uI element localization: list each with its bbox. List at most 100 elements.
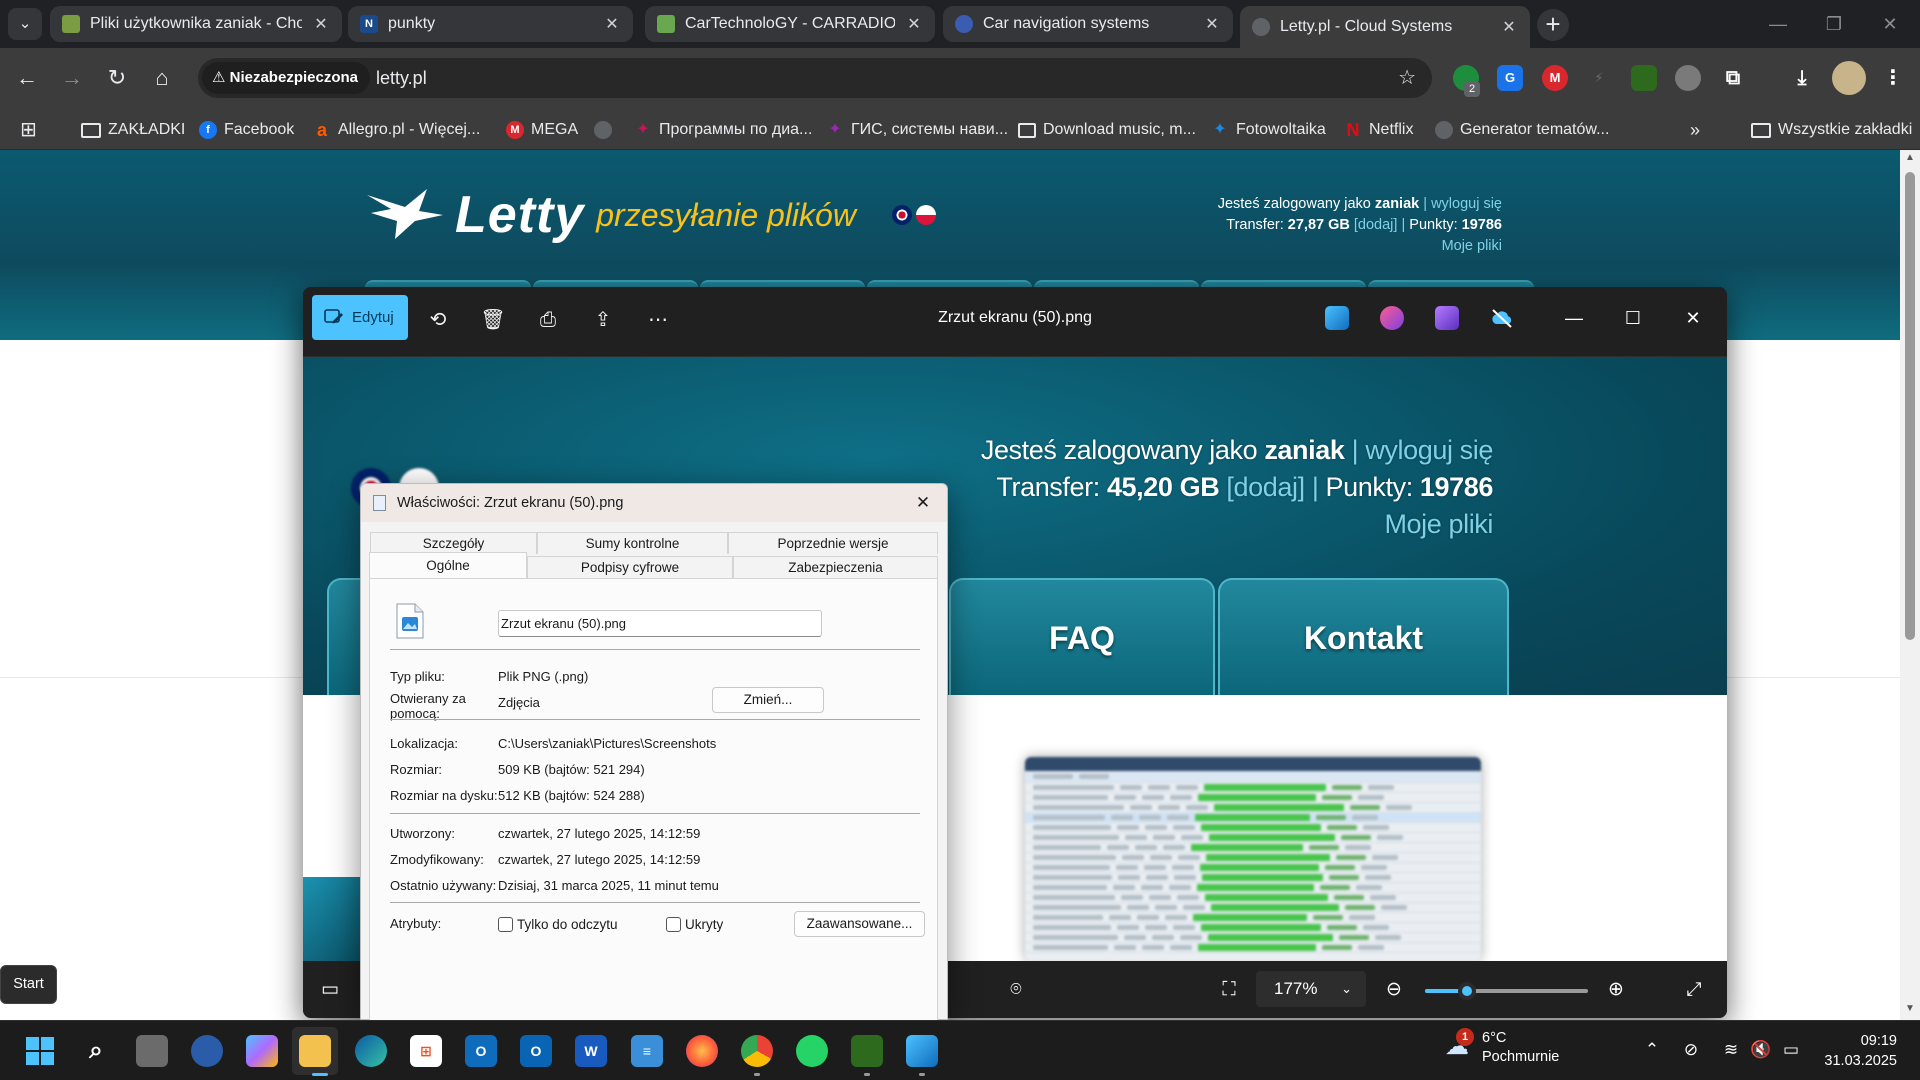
bookmark-globe[interactable] [594,110,612,150]
word-icon[interactable]: W [575,1035,607,1067]
logout-link[interactable]: wyloguj się [1431,196,1502,212]
bookmark-allegro[interactable]: a Allegro.pl - Więcej... [313,110,480,150]
download-icon[interactable]: ⤓ [1789,65,1815,91]
lightning-extension-icon[interactable]: ⚡ [1586,65,1612,91]
scroll-down-icon[interactable]: ▼ [1904,1003,1916,1014]
edge-icon[interactable] [355,1035,387,1067]
whatsapp-icon[interactable] [796,1035,828,1067]
close-icon[interactable]: ✕ [1203,14,1221,34]
designer-icon[interactable] [1380,306,1404,330]
outlook-new-icon[interactable]: O [465,1035,497,1067]
bookmark-gis[interactable]: ✦ ГИС, системы нави... [826,110,1008,150]
vpn-app-icon[interactable] [191,1035,223,1067]
uk-flag-icon[interactable] [891,205,912,225]
scrollbar-thumb[interactable] [1905,172,1915,640]
menu-icon[interactable]: ⋮ [1880,65,1906,91]
translate-icon[interactable]: G [1497,65,1523,91]
outlook-icon[interactable]: O [520,1035,552,1067]
tab-podpisy-cyfrowe[interactable]: Podpisy cyfrowe [527,556,733,578]
tab-szczegoly[interactable]: Szczegóły [370,532,537,554]
bookmark-programs[interactable]: ✦ Программы по диа... [634,110,812,150]
firefox-icon[interactable] [686,1035,718,1067]
pl-flag-icon[interactable] [915,205,936,225]
vpn-extension-icon[interactable] [1675,65,1701,91]
change-button[interactable]: Zmień... [712,687,824,713]
task-view-icon[interactable] [136,1035,168,1067]
microsoft-store-icon[interactable]: ⊞ [410,1035,442,1067]
tab-search-button[interactable]: ⌄ [8,8,42,40]
zoom-out-icon[interactable]: ⊖ [1381,977,1407,1003]
system-clock[interactable]: 09:19 31.03.2025 [1824,1031,1897,1071]
close-icon[interactable]: ✕ [603,14,621,34]
tab-car-navigation[interactable]: Car navigation systems ✕ [943,6,1233,42]
checkbox-box[interactable] [498,917,513,932]
dialog-close-button[interactable]: ✕ [899,484,947,522]
file-explorer-icon[interactable] [299,1035,331,1067]
bookmark-zakladki[interactable]: ZAKŁADKI [81,110,185,150]
start-button[interactable] [24,1035,56,1067]
show-hidden-icons-icon[interactable]: ⌃ [1640,1038,1664,1062]
advanced-button[interactable]: Zaawansowane... [794,911,925,937]
zoom-in-icon[interactable]: ⊕ [1603,977,1629,1003]
extensions-puzzle-icon[interactable]: ⧉ [1720,65,1746,91]
site-logo[interactable]: Letty przesyłanie plików [365,185,936,245]
fullscreen-icon[interactable]: ⤢ [1681,977,1707,1003]
close-icon[interactable]: ✕ [905,14,923,34]
tools-extension-icon[interactable] [1631,65,1657,91]
apps-grid-icon[interactable]: ⊞ [20,110,37,150]
mega-extension-icon[interactable]: M [1542,65,1568,91]
onedrive-offline-icon[interactable] [1490,306,1514,330]
photos-editor-icon[interactable] [1325,306,1349,330]
tab-poprzednie-wersje[interactable]: Poprzednie wersje [728,532,938,554]
tab-sumy-kontrolne[interactable]: Sumy kontrolne [537,532,728,554]
battery-icon[interactable]: ▭ [1779,1038,1803,1062]
tab-ogolne[interactable]: Ogólne [369,552,527,578]
tab-pliki[interactable]: Pliki użytkownika zaniak - Chom ✕ [50,6,342,42]
chrome-icon[interactable] [741,1035,773,1067]
bookmark-download-music[interactable]: Download music, m... [1018,110,1196,150]
wifi-icon[interactable]: ≋ [1719,1038,1743,1062]
tools-app-icon[interactable] [851,1035,883,1067]
zoom-slider-knob[interactable] [1458,982,1476,1000]
photos-close-button[interactable]: ✕ [1673,301,1713,335]
tab-punkty[interactable]: N punkty ✕ [348,6,633,42]
bookmark-fotowoltaika[interactable]: ✦ Fotowoltaika [1211,110,1326,150]
fit-to-window-icon[interactable]: ⛶ [1216,977,1242,1003]
bookmark-netflix[interactable]: N Netflix [1344,110,1414,150]
copilot-icon[interactable] [246,1035,278,1067]
security-chip[interactable]: ⚠ Niezabezpieczona [202,62,370,94]
filename-field[interactable]: Zrzut ekranu (50).png [498,610,822,637]
volume-muted-icon[interactable]: 🔇 [1749,1038,1773,1062]
bookmark-facebook[interactable]: f Facebook [199,110,294,150]
checkbox-box[interactable] [666,917,681,932]
weather-widget[interactable]: 6°C Pochmurnie [1482,1029,1559,1067]
tab-zabezpieczenia[interactable]: Zabezpieczenia [733,556,938,578]
close-icon[interactable]: ✕ [312,14,330,34]
photos-maximize-button[interactable]: ☐ [1613,301,1653,335]
bookmark-generator[interactable]: Generator tematów... [1435,110,1609,150]
tab-letty[interactable]: Letty.pl - Cloud Systems ✕ [1240,6,1530,48]
add-transfer-link[interactable]: [dodaj] [1354,217,1398,233]
readonly-checkbox[interactable]: Tylko do odczytu [498,917,618,932]
hidden-checkbox[interactable]: Ukryty [666,917,723,932]
close-icon[interactable]: ✕ [1500,17,1518,37]
zoom-level-dropdown[interactable]: 177% ⌄ [1256,971,1366,1007]
zoom-slider[interactable] [1425,982,1588,1000]
filmstrip-icon[interactable]: ▭ [317,977,343,1003]
home-button[interactable]: ⌂ [146,62,178,94]
profile-avatar[interactable] [1832,61,1866,95]
bookmarks-overflow-icon[interactable]: » [1690,110,1700,150]
photos-app-icon[interactable] [906,1035,938,1067]
close-window-button[interactable]: ✕ [1862,0,1918,48]
page-scrollbar[interactable]: ▲ ▼ [1900,150,1920,1020]
back-button[interactable]: ← [11,62,43,94]
scroll-up-icon[interactable]: ▲ [1904,152,1916,163]
clipchamp-icon[interactable] [1435,306,1459,330]
new-tab-button[interactable]: + [1537,9,1569,41]
minimize-button[interactable]: — [1750,0,1806,48]
search-icon[interactable]: ⌕ [80,1035,112,1067]
notepad-icon[interactable]: ≡ [631,1035,663,1067]
visual-search-icon[interactable]: ⌾ [1003,977,1029,1003]
restore-button[interactable]: ❐ [1806,0,1862,48]
forward-button[interactable]: → [56,62,88,94]
